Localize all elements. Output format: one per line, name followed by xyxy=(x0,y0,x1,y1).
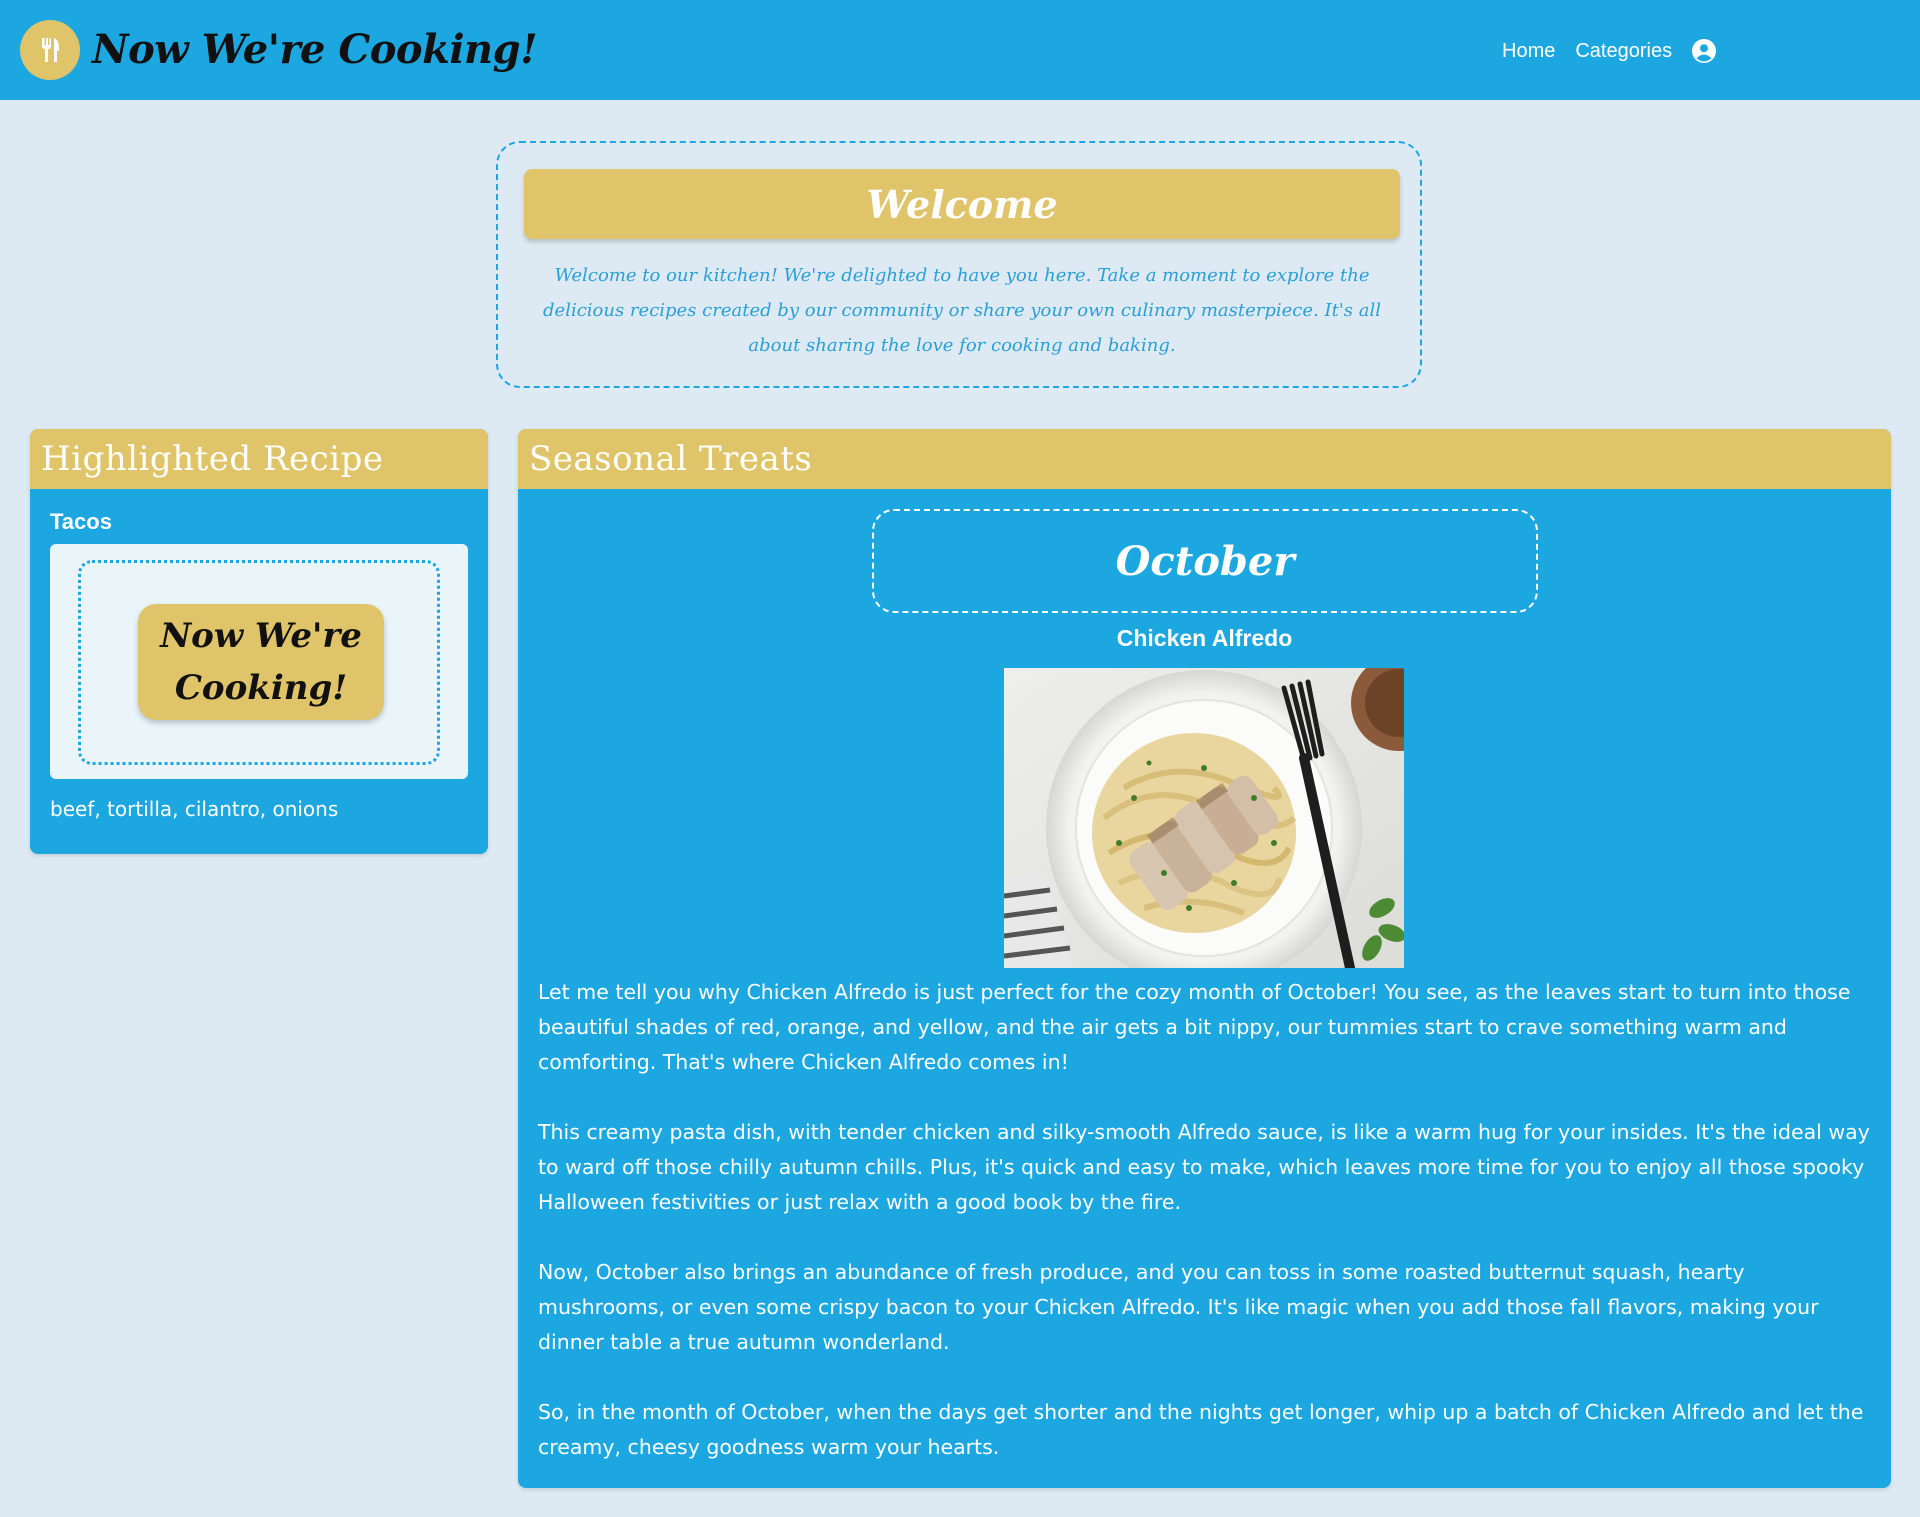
story-paragraph: Now, October also brings an abundance of… xyxy=(538,1260,1819,1354)
story-paragraph: Let me tell you why Chicken Alfredo is j… xyxy=(538,980,1851,1074)
highlighted-recipe-image[interactable]: Now We're Cooking! xyxy=(50,544,468,779)
month-label: October xyxy=(872,509,1538,613)
seasonal-story: Let me tell you why Chicken Alfredo is j… xyxy=(538,975,1873,1465)
navbar: Now We're Cooking! Home Categories xyxy=(0,0,1920,100)
seasonal-treats-card: Seasonal Treats October Chicken Alfredo xyxy=(518,429,1891,1488)
story-paragraph: So, in the month of October, when the da… xyxy=(538,1400,1864,1459)
highlighted-recipe-card[interactable]: Highlighted Recipe Tacos Now We're Cooki… xyxy=(30,429,488,854)
seasonal-dish-image[interactable] xyxy=(1004,668,1404,968)
utensils-icon xyxy=(42,38,59,62)
seasonal-dish-title[interactable]: Chicken Alfredo xyxy=(518,625,1891,652)
chicken-alfredo-photo xyxy=(1004,668,1404,968)
nav-home-link[interactable]: Home xyxy=(1502,40,1555,63)
welcome-section: Welcome Welcome to our kitchen! We're de… xyxy=(496,141,1422,388)
highlighted-recipe-title[interactable]: Tacos xyxy=(50,509,112,535)
highlighted-recipe-header: Highlighted Recipe xyxy=(30,429,488,489)
welcome-text: Welcome to our kitchen! We're delighted … xyxy=(543,265,1381,356)
highlighted-recipe-ingredients: beef, tortilla, cilantro, onions xyxy=(50,797,339,821)
user-circle-icon[interactable] xyxy=(1692,39,1717,63)
nav-links: Home Categories xyxy=(1502,34,1717,68)
nav-categories-link[interactable]: Categories xyxy=(1575,40,1672,63)
seasonal-treats-header: Seasonal Treats xyxy=(518,429,1891,489)
welcome-title: Welcome xyxy=(524,169,1400,239)
brand-logo[interactable] xyxy=(20,20,80,80)
brand-name[interactable]: Now We're Cooking! xyxy=(92,22,538,78)
story-paragraph: This creamy pasta dish, with tender chic… xyxy=(538,1120,1870,1214)
placeholder-logo: Now We're Cooking! xyxy=(138,604,384,720)
